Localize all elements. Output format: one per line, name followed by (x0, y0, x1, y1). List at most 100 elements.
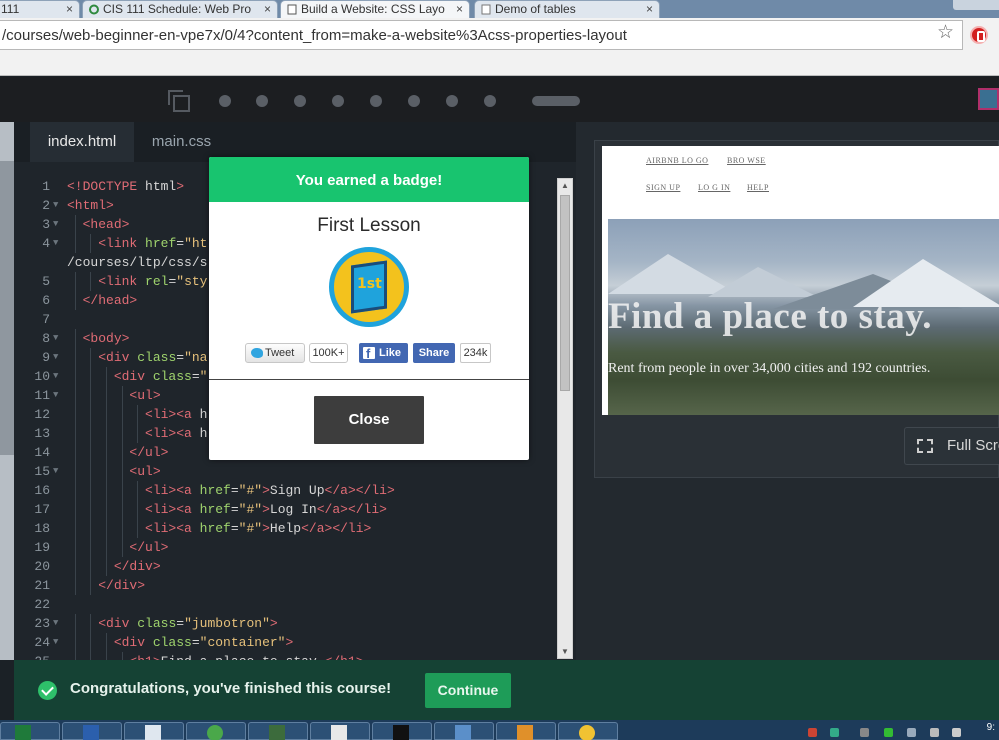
code-line[interactable]: 25 <h1>Find a place to stay.</h1> (14, 652, 559, 660)
fold-arrow-icon[interactable]: ▼ (53, 329, 58, 348)
progress-dot[interactable] (484, 95, 496, 107)
close-icon[interactable]: × (66, 1, 73, 17)
close-icon[interactable]: × (456, 1, 463, 17)
facebook-share-button[interactable]: Share (413, 343, 455, 363)
taskbar-sublime[interactable] (496, 722, 556, 740)
omnibox[interactable] (0, 20, 963, 50)
close-button[interactable]: Close (314, 396, 424, 444)
fold-arrow-icon[interactable]: ▼ (53, 196, 58, 215)
fold-arrow-icon[interactable]: ▼ (53, 348, 58, 367)
code-line[interactable]: 18 <li><a href="#">Help</a></li> (14, 519, 559, 538)
preview-nav-link[interactable]: AIRBNB LO GO (646, 156, 708, 165)
os-taskbar: 9: (0, 720, 999, 740)
taskbar-app[interactable] (248, 722, 308, 740)
fold-arrow-icon[interactable]: ▼ (53, 462, 58, 481)
jumbotron-hero: Find a place to stay. Rent from people i… (608, 219, 999, 415)
tray-icon[interactable] (930, 728, 939, 737)
progress-dot[interactable] (332, 95, 344, 107)
fullscreen-icon (917, 439, 933, 453)
preview-nav-link[interactable]: LO G IN (698, 183, 730, 192)
progress-dot[interactable] (294, 95, 306, 107)
code-text: <li><a href="#">Help</a></li> (145, 521, 372, 536)
code-line[interactable]: 20 </div> (14, 557, 559, 576)
progress-dot[interactable] (219, 95, 231, 107)
full-screen-button[interactable]: Full Scre (904, 427, 999, 465)
fold-arrow-icon[interactable]: ▼ (53, 234, 58, 253)
fold-arrow-icon[interactable]: ▼ (53, 367, 58, 386)
progress-dot[interactable] (370, 95, 382, 107)
taskbar-notepad[interactable] (124, 722, 184, 740)
bookmark-star-icon[interactable]: ☆ (937, 23, 954, 43)
editor-tabs: index.html main.css (14, 122, 576, 162)
browser-tab[interactable]: 111 × (0, 0, 80, 18)
window-controls[interactable] (953, 0, 999, 10)
tweet-button[interactable]: Tweet (245, 343, 305, 363)
tray-icon[interactable] (860, 728, 869, 737)
taskbar-word[interactable] (62, 722, 122, 740)
close-icon[interactable]: × (646, 1, 653, 17)
extension-icon[interactable] (970, 26, 988, 44)
fold-arrow-icon[interactable]: ▼ (53, 633, 58, 652)
code-line[interactable]: 19 </ul> (14, 538, 559, 557)
progress-pill[interactable] (532, 96, 580, 106)
taskbar-control-panel[interactable] (434, 722, 494, 740)
browser-tab[interactable]: Demo of tables × (474, 0, 660, 18)
code-line[interactable]: 15 ▼ <ul> (14, 462, 559, 481)
scroll-down-icon[interactable]: ▼ (561, 647, 569, 656)
preview-nav-link[interactable]: HELP (747, 183, 769, 192)
browser-tab[interactable]: CIS 111 Schedule: Web Pro × (82, 0, 278, 18)
hero-title: Find a place to stay. (608, 296, 932, 337)
tab-index-html[interactable]: index.html (30, 122, 134, 162)
browser-tab-active[interactable]: Build a Website: CSS Layo × (280, 0, 470, 18)
line-number: 8 (42, 331, 50, 346)
progress-dot[interactable] (408, 95, 420, 107)
facebook-like-button[interactable]: Like (359, 343, 408, 364)
line-number: 11 (34, 388, 50, 403)
code-text: <link rel="sty (98, 274, 208, 289)
preview-nav-link[interactable]: SIGN UP (646, 183, 680, 192)
code-text: <h1>Find a place to stay.</h1> (67, 652, 363, 660)
progress-dot[interactable] (446, 95, 458, 107)
code-line[interactable]: 17 <li><a href="#">Log In</a></li> (14, 500, 559, 519)
taskbar-chrome[interactable] (186, 722, 246, 740)
continue-button[interactable]: Continue (425, 673, 511, 708)
tray-icon[interactable] (830, 728, 839, 737)
line-number: 3 (42, 217, 50, 232)
preview-nav-link[interactable]: BRO WSE (727, 156, 766, 165)
code-text: <ul> (129, 464, 161, 479)
tray-icon[interactable] (952, 728, 961, 737)
code-line[interactable]: 22 (14, 595, 559, 614)
code-line[interactable]: 24 ▼ <div class="container"> (14, 633, 559, 652)
code-line[interactable]: 21 </div> (14, 576, 559, 595)
course-topbar (0, 77, 999, 122)
website-preview[interactable]: AIRBNB LO GO BRO WSE SIGN UP LO G IN HEL… (602, 146, 999, 415)
like-label: Like (379, 347, 402, 359)
tab-main-css[interactable]: main.css (134, 122, 229, 162)
clock[interactable]: 9: (987, 722, 995, 733)
editor-scrollbar[interactable]: ▲ ▼ (557, 178, 573, 659)
url-input[interactable] (0, 21, 920, 49)
fold-arrow-icon[interactable]: ▼ (53, 386, 58, 405)
address-bar: ☆ (0, 18, 999, 76)
taskbar-excel[interactable] (0, 722, 60, 740)
avatar[interactable] (978, 88, 999, 110)
taskbar-explorer[interactable] (310, 722, 370, 740)
code-line[interactable]: 16 <li><a href="#">Sign Up</a></li> (14, 481, 559, 500)
tray-icon[interactable] (808, 728, 817, 737)
tray-icon[interactable] (884, 728, 893, 737)
fold-arrow-icon[interactable]: ▼ (53, 614, 58, 633)
copy-icon[interactable] (168, 90, 190, 112)
taskbar-app-duck[interactable] (558, 722, 618, 740)
tray-icon[interactable] (907, 728, 916, 737)
fold-arrow-icon[interactable]: ▼ (53, 215, 58, 234)
line-number: 20 (34, 559, 50, 574)
line-number: 19 (34, 540, 50, 555)
progress-dot[interactable] (256, 95, 268, 107)
code-text: <body> (82, 331, 130, 346)
taskbar-cmd[interactable] (372, 722, 432, 740)
favicon-icon (89, 4, 99, 15)
code-line[interactable]: 23 ▼ <div class="jumbotron"> (14, 614, 559, 633)
scroll-up-icon[interactable]: ▲ (561, 181, 569, 190)
close-icon[interactable]: × (264, 1, 271, 17)
scroll-thumb[interactable] (560, 195, 570, 391)
